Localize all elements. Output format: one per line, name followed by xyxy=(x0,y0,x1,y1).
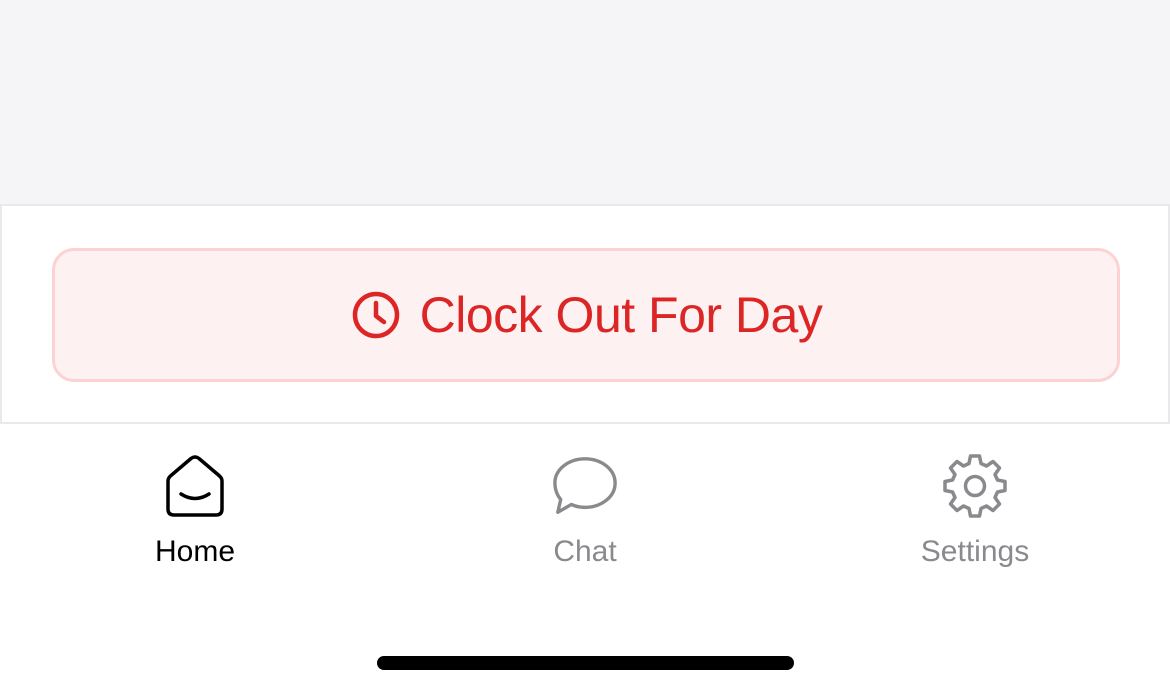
tab-label-home: Home xyxy=(154,535,236,568)
home-icon xyxy=(161,452,229,520)
tab-chat[interactable]: Chat xyxy=(390,452,780,572)
chat-bubble-icon xyxy=(551,452,619,520)
tab-settings[interactable]: Settings xyxy=(780,452,1170,572)
tab-label-chat: Chat xyxy=(553,535,617,568)
clock-icon xyxy=(350,289,402,341)
clock-out-button[interactable]: Clock Out For Day xyxy=(52,248,1120,382)
content-area xyxy=(0,0,1170,204)
app-screen: Clock Out For Day Home Chat Settings xyxy=(0,0,1170,695)
action-bar: Clock Out For Day xyxy=(0,204,1170,424)
tab-home[interactable]: Home xyxy=(0,452,390,572)
gear-icon xyxy=(941,452,1009,520)
tab-label-settings: Settings xyxy=(920,535,1030,568)
tab-bar: Home Chat Settings xyxy=(0,424,1170,695)
home-indicator[interactable] xyxy=(377,656,794,670)
clock-out-label: Clock Out For Day xyxy=(419,287,823,343)
